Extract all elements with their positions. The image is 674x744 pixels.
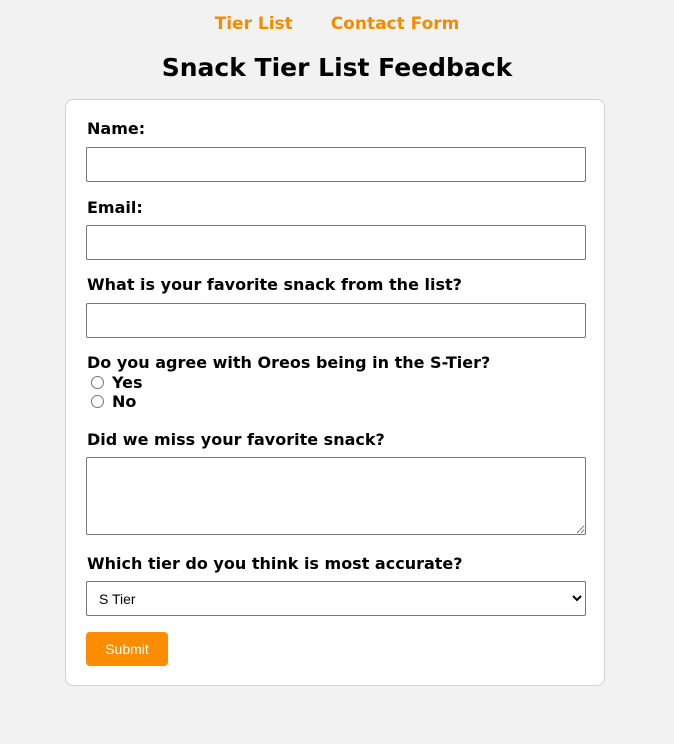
name-input[interactable] <box>86 147 586 182</box>
tier-select[interactable]: S Tier <box>86 581 586 616</box>
agree-yes-option[interactable]: Yes <box>91 373 143 392</box>
favorite-snack-label: What is your favorite snack from the lis… <box>87 275 462 294</box>
top-nav: Tier List Contact Form <box>0 14 674 34</box>
nav-link-tier-list[interactable]: Tier List <box>215 14 293 34</box>
nav-link-contact-form[interactable]: Contact Form <box>331 14 460 34</box>
agree-no-label: No <box>112 392 137 411</box>
agree-no-option[interactable]: No <box>91 392 136 411</box>
submit-button[interactable]: Submit <box>86 632 168 666</box>
tier-question-label: Which tier do you think is most accurate… <box>87 554 463 573</box>
agree-yes-radio[interactable] <box>91 376 104 389</box>
missed-snack-textarea[interactable] <box>86 457 586 535</box>
missed-snack-label: Did we miss your favorite snack? <box>87 430 385 449</box>
name-label: Name: <box>87 119 146 138</box>
agree-no-radio[interactable] <box>91 395 104 408</box>
email-input[interactable] <box>86 225 586 260</box>
favorite-snack-input[interactable] <box>86 303 586 338</box>
page-title: Snack Tier List Feedback <box>161 53 513 82</box>
agree-oreos-label: Do you agree with Oreos being in the S-T… <box>87 353 491 372</box>
feedback-form: Name: Email: What is your favorite snack… <box>65 99 605 686</box>
email-label: Email: <box>87 198 143 217</box>
agree-yes-label: Yes <box>112 373 143 392</box>
